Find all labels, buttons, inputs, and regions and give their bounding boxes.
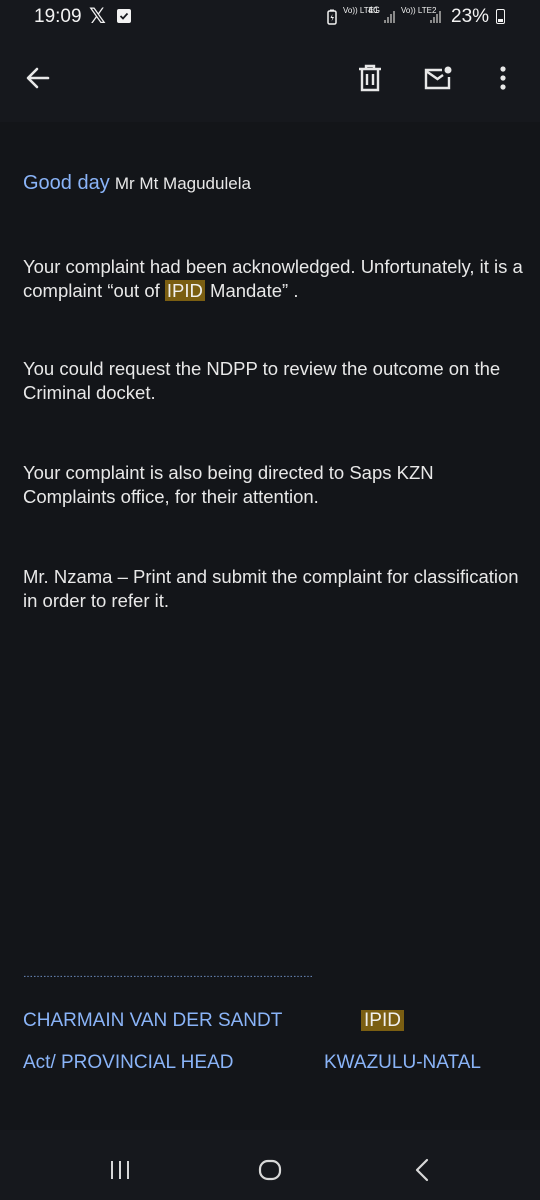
trash-icon — [359, 64, 381, 92]
battery-icon — [496, 9, 505, 24]
recipient-name: Mr Mt Magudulela — [114, 174, 251, 193]
home-icon — [258, 1159, 282, 1181]
email-toolbar — [0, 36, 540, 122]
ipid-highlight: IPID — [164, 280, 205, 301]
p1-text-after: Mandate” . — [204, 280, 299, 301]
email-body: Good day Mr Mt Magudulela Your complaint… — [0, 122, 540, 1130]
paragraph-ndpp: You could request the NDPP to review the… — [23, 358, 501, 403]
signatory-organization: IPID — [361, 1009, 404, 1033]
back-arrow-icon — [26, 67, 50, 89]
battery-saver-icon — [327, 9, 337, 25]
x-icon: 𝕏 — [89, 5, 106, 28]
nav-back-button[interactable] — [402, 1150, 442, 1190]
back-button[interactable] — [16, 56, 60, 100]
more-options-button[interactable] — [481, 56, 525, 100]
check-icon — [117, 9, 131, 23]
greeting-salute: Good day — [23, 172, 110, 194]
mark-unread-icon — [424, 66, 452, 90]
delete-button[interactable] — [348, 56, 392, 100]
signatory-region: KWAZULU-NATAL — [324, 1052, 481, 1073]
back-icon — [415, 1158, 429, 1182]
more-vert-icon — [500, 66, 506, 90]
paragraph-saps: Your complaint is also being directed to… — [23, 462, 434, 507]
battery-percent: 23% — [451, 6, 490, 27]
mark-unread-button[interactable] — [416, 56, 460, 100]
system-nav-bar — [0, 1130, 540, 1200]
recent-apps-button[interactable] — [100, 1150, 140, 1190]
recent-apps-icon — [111, 1161, 129, 1179]
paragraph-acknowledged: Your complaint had been acknowledged. Un… — [23, 255, 523, 303]
signature-line: …………………………………………………………………………………………………………… — [23, 972, 313, 978]
status-time: 19:09 — [34, 6, 82, 27]
sim1-signal-icon — [384, 11, 395, 23]
org-highlight: IPID — [361, 1010, 404, 1031]
signatory-title: Act/ PROVINCIAL HEAD — [23, 1052, 234, 1073]
greeting: Good day Mr Mt Magudulela — [23, 171, 523, 196]
paragraph-nzama: Mr. Nzama – Print and submit the complai… — [23, 566, 519, 611]
signatory-name: CHARMAIN VAN DER SANDT — [23, 1010, 283, 1031]
sim1-tech: 4G — [368, 5, 381, 15]
home-button[interactable] — [250, 1150, 290, 1190]
sim2-signal-icon — [430, 11, 441, 23]
status-bar: 19:09 𝕏 Vo)) LTE1 4G Vo)) LTE2 23% — [0, 0, 540, 36]
